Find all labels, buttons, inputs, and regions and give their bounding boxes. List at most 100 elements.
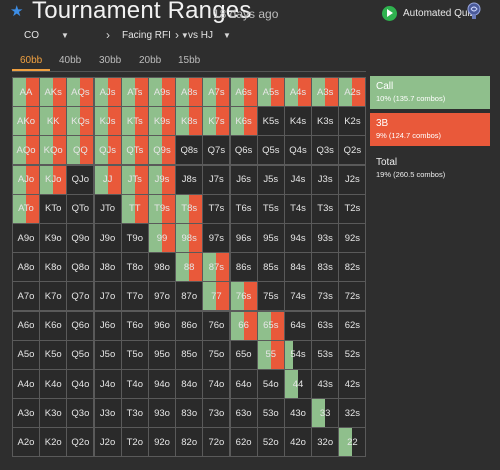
hand-cell-A3s[interactable]: A3s (311, 77, 340, 107)
hand-cell-A7o[interactable]: A7o (12, 281, 40, 312)
tab-15bb[interactable]: 15bb (178, 55, 200, 66)
hand-cell-63s[interactable]: 63s (311, 310, 340, 341)
hand-cell-Q9o[interactable]: Q9o (66, 223, 95, 253)
hand-cell-73s[interactable]: 73s (311, 281, 340, 312)
hand-cell-K9s[interactable]: K9s (148, 106, 176, 137)
hand-cell-Q3s[interactable]: Q3s (311, 135, 340, 166)
automated-quiz-button[interactable]: Automated Quiz (382, 3, 475, 23)
hand-cell-62o[interactable]: 62o (229, 427, 258, 458)
hand-cell-AA[interactable]: AA (12, 77, 40, 107)
hand-cell-75s[interactable]: 75s (256, 281, 285, 312)
hand-cell-J5s[interactable]: J5s (256, 164, 285, 195)
hand-cell-K4o[interactable]: K4o (39, 369, 68, 399)
hand-cell-K5s[interactable]: K5s (256, 106, 285, 137)
hand-cell-QJs[interactable]: QJs (93, 135, 122, 166)
hand-cell-66[interactable]: 66 (229, 310, 258, 341)
hand-cell-T6o[interactable]: T6o (120, 310, 149, 341)
hand-cell-93o[interactable]: 93o (148, 398, 176, 429)
hand-cell-A6o[interactable]: A6o (12, 310, 40, 341)
hand-cell-AJo[interactable]: AJo (12, 164, 40, 195)
hand-cell-A9o[interactable]: A9o (12, 223, 40, 253)
hand-cell-Q8o[interactable]: Q8o (66, 252, 95, 283)
hand-cell-T7o[interactable]: T7o (120, 281, 149, 312)
hand-cell-72o[interactable]: 72o (202, 427, 231, 458)
hand-cell-JTs[interactable]: JTs (120, 164, 149, 195)
hand-cell-K2s[interactable]: K2s (338, 106, 367, 137)
hand-cell-KQo[interactable]: KQo (39, 135, 68, 166)
hand-cell-Q3o[interactable]: Q3o (66, 398, 95, 429)
hand-cell-J3o[interactable]: J3o (93, 398, 122, 429)
hand-cell-22[interactable]: 22 (338, 427, 367, 458)
hand-cell-84o[interactable]: 84o (175, 369, 204, 399)
hand-cell-T9o[interactable]: T9o (120, 223, 149, 253)
hand-cell-95s[interactable]: 95s (256, 223, 285, 253)
hand-cell-Q2o[interactable]: Q2o (66, 427, 95, 458)
hand-cell-T6s[interactable]: T6s (229, 193, 258, 224)
hand-cell-K7s[interactable]: K7s (202, 106, 231, 137)
hand-cell-K6o[interactable]: K6o (39, 310, 68, 341)
hand-cell-33[interactable]: 33 (311, 398, 340, 429)
hand-cell-63o[interactable]: 63o (229, 398, 258, 429)
hand-cell-Q6o[interactable]: Q6o (66, 310, 95, 341)
hand-cell-86o[interactable]: 86o (175, 310, 204, 341)
hand-cell-QJo[interactable]: QJo (66, 164, 95, 195)
hand-cell-J7o[interactable]: J7o (93, 281, 122, 312)
hand-cell-88[interactable]: 88 (175, 252, 204, 283)
hand-cell-ATs[interactable]: ATs (120, 77, 149, 107)
hand-cell-53s[interactable]: 53s (311, 339, 340, 370)
hand-cell-J8s[interactable]: J8s (175, 164, 204, 195)
hand-cell-T3s[interactable]: T3s (311, 193, 340, 224)
hand-cell-T3o[interactable]: T3o (120, 398, 149, 429)
hand-cell-76s[interactable]: 76s (229, 281, 258, 312)
hand-cell-52o[interactable]: 52o (256, 427, 285, 458)
hand-cell-Q2s[interactable]: Q2s (338, 135, 367, 166)
hand-cell-62s[interactable]: 62s (338, 310, 367, 341)
hand-cell-T4s[interactable]: T4s (284, 193, 312, 224)
hand-cell-QTo[interactable]: QTo (66, 193, 95, 224)
hand-cell-99[interactable]: 99 (148, 223, 176, 253)
hand-cell-83o[interactable]: 83o (175, 398, 204, 429)
hand-cell-75o[interactable]: 75o (202, 339, 231, 370)
hand-cell-K5o[interactable]: K5o (39, 339, 68, 370)
hand-cell-T5s[interactable]: T5s (256, 193, 285, 224)
legend-call[interactable]: Call 10% (135.7 combos) (370, 76, 490, 109)
hand-cell-KTo[interactable]: KTo (39, 193, 68, 224)
hand-cell-87s[interactable]: 87s (202, 252, 231, 283)
hand-cell-74s[interactable]: 74s (284, 281, 312, 312)
hand-cell-42o[interactable]: 42o (284, 427, 312, 458)
hand-cell-J2s[interactable]: J2s (338, 164, 367, 195)
hand-cell-A3o[interactable]: A3o (12, 398, 40, 429)
position-dropdown[interactable]: CO ▼ (24, 30, 69, 41)
hand-cell-97s[interactable]: 97s (202, 223, 231, 253)
hand-cell-KK[interactable]: KK (39, 106, 68, 137)
hand-cell-A2s[interactable]: A2s (338, 77, 367, 107)
hand-cell-82s[interactable]: 82s (338, 252, 367, 283)
hand-cell-72s[interactable]: 72s (338, 281, 367, 312)
hand-cell-T9s[interactable]: T9s (148, 193, 176, 224)
hand-cell-83s[interactable]: 83s (311, 252, 340, 283)
hand-cell-44[interactable]: 44 (284, 369, 312, 399)
hand-cell-K3o[interactable]: K3o (39, 398, 68, 429)
hand-cell-T8s[interactable]: T8s (175, 193, 204, 224)
hand-cell-AQo[interactable]: AQo (12, 135, 40, 166)
hand-cell-Q5s[interactable]: Q5s (256, 135, 285, 166)
hand-cell-74o[interactable]: 74o (202, 369, 231, 399)
hand-cell-65o[interactable]: 65o (229, 339, 258, 370)
hand-cell-J4s[interactable]: J4s (284, 164, 312, 195)
brain-icon[interactable] (466, 2, 482, 20)
hand-cell-A2o[interactable]: A2o (12, 427, 40, 458)
hand-cell-53o[interactable]: 53o (256, 398, 285, 429)
hand-cell-KTs[interactable]: KTs (120, 106, 149, 137)
hand-cell-J4o[interactable]: J4o (93, 369, 122, 399)
hand-cell-KJo[interactable]: KJo (39, 164, 68, 195)
hand-cell-Q6s[interactable]: Q6s (229, 135, 258, 166)
hand-cell-42s[interactable]: 42s (338, 369, 367, 399)
hand-cell-J7s[interactable]: J7s (202, 164, 231, 195)
hand-cell-93s[interactable]: 93s (311, 223, 340, 253)
hand-cell-94s[interactable]: 94s (284, 223, 312, 253)
hand-cell-K8o[interactable]: K8o (39, 252, 68, 283)
hand-cell-97o[interactable]: 97o (148, 281, 176, 312)
hand-cell-JJ[interactable]: JJ (93, 164, 122, 195)
hand-cell-T4o[interactable]: T4o (120, 369, 149, 399)
hand-cell-T8o[interactable]: T8o (120, 252, 149, 283)
